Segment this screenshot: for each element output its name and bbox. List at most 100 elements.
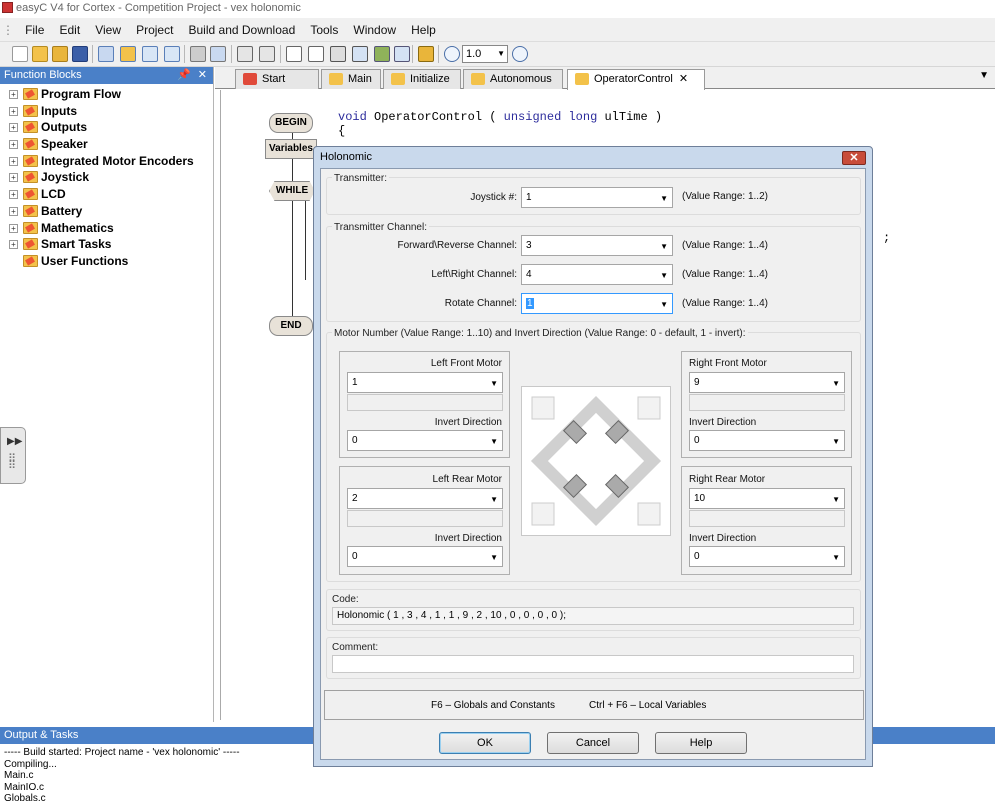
expand-icon[interactable]: + bbox=[9, 223, 18, 233]
expand-icon[interactable]: + bbox=[9, 106, 18, 116]
tree-item-mathematics[interactable]: + Mathematics bbox=[0, 220, 213, 237]
tab-main[interactable]: Main bbox=[321, 69, 381, 89]
menu-tools[interactable]: Tools bbox=[304, 18, 344, 42]
function-blocks-tree: + Program Flow + Inputs + Outputs + Speaker … bbox=[0, 84, 213, 270]
close-tab-icon[interactable]: ✕ bbox=[679, 73, 688, 85]
forward-reverse-channel-select[interactable]: 3 ▼ bbox=[521, 235, 673, 256]
folder-icon[interactable] bbox=[418, 46, 434, 62]
tree-item-label: Outputs bbox=[41, 120, 87, 135]
output-window-icon[interactable] bbox=[164, 46, 180, 62]
expand-icon[interactable]: + bbox=[9, 173, 18, 183]
download-icon[interactable] bbox=[259, 46, 275, 62]
menu-file[interactable]: File bbox=[19, 18, 50, 42]
end-block[interactable]: END bbox=[269, 316, 313, 336]
right-front-motor-select[interactable]: 9 ▼ bbox=[689, 372, 845, 393]
expand-icon[interactable]: + bbox=[9, 140, 18, 150]
tree-item-battery[interactable]: + Battery bbox=[0, 203, 213, 220]
cancel-button[interactable]: Cancel bbox=[547, 732, 639, 754]
window-icon[interactable] bbox=[98, 46, 114, 62]
left-rear-invert-label: Invert Direction bbox=[434, 533, 502, 544]
comment-input[interactable] bbox=[332, 655, 854, 673]
compile-icon[interactable] bbox=[237, 46, 253, 62]
output-line: Main.c bbox=[4, 770, 34, 781]
copy-icon[interactable] bbox=[330, 46, 346, 62]
menu-window[interactable]: Window bbox=[347, 18, 402, 42]
expand-icon[interactable]: + bbox=[9, 123, 18, 133]
keyword: unsigned long bbox=[503, 110, 598, 124]
side-panel-toggle[interactable]: ▶▶ ⠿ ⠿ bbox=[0, 427, 26, 484]
run-icon[interactable] bbox=[374, 46, 390, 62]
tab-label: OperatorControl bbox=[594, 73, 673, 85]
joystick-number-select[interactable]: 1 ▼ bbox=[521, 187, 673, 208]
expand-icon[interactable]: + bbox=[9, 206, 18, 216]
left-right-channel-select[interactable]: 4 ▼ bbox=[521, 264, 673, 285]
folder-icon bbox=[23, 254, 38, 267]
help-button[interactable]: Help bbox=[655, 732, 747, 754]
output-line: Globals.c bbox=[4, 793, 46, 804]
locals-hint: Ctrl + F6 – Local Variables bbox=[589, 700, 707, 711]
expand-icon[interactable]: + bbox=[9, 90, 18, 99]
tools-icon[interactable] bbox=[190, 46, 206, 62]
while-block[interactable]: WHILE bbox=[269, 181, 315, 201]
left-front-invert-select[interactable]: 0 ▼ bbox=[347, 430, 503, 451]
close-icon[interactable]: ✕ bbox=[842, 151, 866, 165]
tree-item-user-functions[interactable]: User Functions bbox=[0, 253, 213, 270]
paste-icon[interactable] bbox=[352, 46, 368, 62]
window-titlebar: easyC V4 for Cortex - Competition Projec… bbox=[0, 0, 995, 18]
tab-list-dropdown-icon[interactable]: ▼ bbox=[979, 70, 989, 81]
tab-initialize[interactable]: Initialize bbox=[383, 69, 461, 89]
monitor-icon[interactable] bbox=[394, 46, 410, 62]
left-front-invert-value: 0 bbox=[352, 435, 358, 446]
left-rear-motor-select[interactable]: 2 ▼ bbox=[347, 488, 503, 509]
expand-icon[interactable]: + bbox=[9, 240, 18, 250]
new-project-icon[interactable] bbox=[32, 46, 48, 62]
tab-label: Autonomous bbox=[490, 73, 552, 85]
new-file-icon[interactable] bbox=[12, 46, 28, 62]
save-icon[interactable] bbox=[72, 46, 88, 62]
tree-item-label: User Functions bbox=[41, 253, 129, 268]
left-right-range: (Value Range: 1..4) bbox=[682, 269, 768, 280]
zoom-out-icon[interactable] bbox=[512, 46, 528, 62]
tree-item-smart-tasks[interactable]: + Smart Tasks bbox=[0, 236, 213, 253]
right-front-invert-select[interactable]: 0 ▼ bbox=[689, 430, 845, 451]
begin-block[interactable]: BEGIN bbox=[269, 113, 313, 133]
flowchart-icon[interactable] bbox=[142, 46, 158, 62]
expand-icon[interactable]: + bbox=[9, 156, 18, 166]
menu-view[interactable]: View bbox=[89, 18, 127, 42]
tab-autonomous[interactable]: Autonomous bbox=[463, 69, 563, 89]
tree-item-integrated-motor-encoders[interactable]: + Integrated Motor Encoders bbox=[0, 153, 213, 170]
folder-icon bbox=[23, 188, 38, 201]
zoom-in-icon[interactable] bbox=[444, 46, 460, 62]
variables-block[interactable]: Variables bbox=[265, 139, 317, 159]
zoom-select[interactable]: 1.0 ▼ bbox=[462, 45, 508, 63]
tab-start-page[interactable]: Start Page bbox=[235, 69, 319, 103]
tab-operatorcontrol[interactable]: OperatorControl ✕ bbox=[567, 69, 705, 90]
right-front-motor-box: Right Front Motor 9 ▼ Invert Direction 0 ▼ bbox=[681, 351, 852, 458]
online-window-icon[interactable] bbox=[286, 46, 302, 62]
menu-edit[interactable]: Edit bbox=[53, 18, 86, 42]
open-folder-icon[interactable] bbox=[52, 46, 68, 62]
function-blocks-icon[interactable] bbox=[120, 46, 136, 62]
table-icon[interactable] bbox=[308, 46, 324, 62]
menu-build-and-download[interactable]: Build and Download bbox=[183, 18, 302, 42]
terminal-icon[interactable] bbox=[210, 46, 226, 62]
tree-item-program-flow[interactable]: + Program Flow bbox=[0, 86, 213, 103]
tree-item-speaker[interactable]: + Speaker bbox=[0, 136, 213, 153]
pin-icon[interactable]: 📌 bbox=[177, 67, 191, 84]
expand-icon[interactable]: + bbox=[9, 190, 18, 200]
left-rear-invert-select[interactable]: 0 ▼ bbox=[347, 546, 503, 567]
tree-item-inputs[interactable]: + Inputs bbox=[0, 103, 213, 120]
right-rear-motor-select[interactable]: 10 ▼ bbox=[689, 488, 845, 509]
right-rear-invert-select[interactable]: 0 ▼ bbox=[689, 546, 845, 567]
tree-item-outputs[interactable]: + Outputs bbox=[0, 119, 213, 136]
tree-item-lcd[interactable]: + LCD bbox=[0, 186, 213, 203]
close-icon[interactable]: ✕ bbox=[198, 67, 207, 84]
chevron-down-icon: ▼ bbox=[490, 437, 498, 446]
tree-item-joystick[interactable]: + Joystick bbox=[0, 169, 213, 186]
left-front-motor-select[interactable]: 1 ▼ bbox=[347, 372, 503, 393]
menu-project[interactable]: Project bbox=[130, 18, 179, 42]
menu-help[interactable]: Help bbox=[405, 18, 442, 42]
grip-icon: ⠿ ⠿ bbox=[8, 453, 17, 472]
rotate-channel-select[interactable]: 1 ▼ bbox=[521, 293, 673, 314]
ok-button[interactable]: OK bbox=[439, 732, 531, 754]
